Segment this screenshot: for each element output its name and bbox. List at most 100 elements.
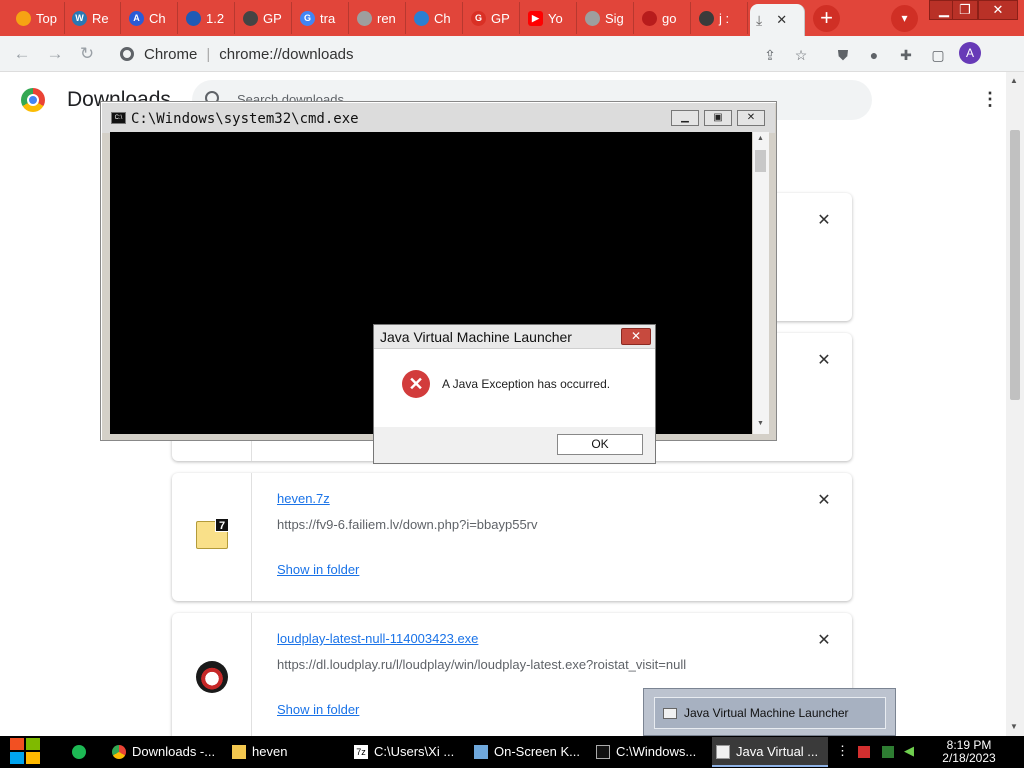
scroll-down-icon[interactable]: ▼	[757, 420, 764, 427]
system-clock[interactable]: 8:19 PM 2/18/2023	[935, 739, 1003, 765]
page-scrollbar[interactable]: ▲ ▼	[1006, 72, 1024, 736]
cmd-scrollbar[interactable]: ▲ ▼	[753, 132, 769, 434]
google-icon: G	[300, 10, 315, 26]
spotify-icon	[72, 745, 86, 759]
download-filename-link[interactable]: loudplay-latest-null-114003423.exe	[277, 631, 478, 646]
ublock-extension-icon[interactable]: ⛊	[833, 45, 853, 65]
cmd-maximize-button[interactable]: ▣	[704, 110, 732, 126]
show-in-folder-link[interactable]: Show in folder	[277, 562, 359, 577]
remove-download-icon[interactable]: ✕	[816, 210, 832, 230]
tab-8[interactable]: G GP	[465, 2, 520, 34]
java-icon	[716, 745, 730, 759]
network-tray-icon[interactable]	[882, 746, 894, 758]
taskbar-preview-tooltip[interactable]: Java Virtual Machine Launcher	[643, 688, 896, 736]
taskbar-item-cmd[interactable]: C:\Windows...	[592, 737, 704, 767]
favicon-icon	[186, 10, 201, 26]
taskbar-label: Downloads -...	[132, 744, 216, 759]
taskbar-item-keyboard[interactable]: On-Screen K...	[470, 737, 582, 767]
card-icon-column: 7	[172, 473, 252, 601]
chrome-icon	[120, 47, 134, 61]
taskbar-item-7zip[interactable]: 7z C:\Users\Xi ...	[350, 737, 460, 767]
tab-label: Sig	[605, 10, 624, 26]
new-tab-button[interactable]: +	[813, 5, 840, 32]
bookmark-star-icon[interactable]: ☆	[791, 45, 811, 65]
forward-icon[interactable]: →	[44, 43, 66, 65]
globe-icon	[585, 10, 600, 26]
tab-6[interactable]: ren	[351, 2, 406, 34]
tab-label: GP	[491, 10, 510, 26]
back-icon[interactable]: ←	[11, 43, 33, 65]
scrollbar-thumb[interactable]	[1010, 130, 1020, 400]
close-window-button[interactable]: ✕	[978, 0, 1018, 20]
share-icon[interactable]: ⇪	[760, 45, 780, 65]
favicon-icon: G	[471, 10, 486, 26]
cmd-title-text: C:\Windows\system32\cmd.exe	[131, 111, 359, 127]
start-logo-icon	[26, 738, 40, 750]
tab-5[interactable]: Gtra	[294, 2, 349, 34]
cmd-app-icon: C:\	[111, 112, 126, 124]
remove-download-icon[interactable]: ✕	[816, 490, 832, 510]
remove-download-icon[interactable]: ✕	[816, 630, 832, 650]
tab-search-button[interactable]: ▾	[891, 5, 918, 32]
tab-0[interactable]: Top	[10, 2, 65, 34]
tab-9[interactable]: ▶ Yo	[522, 2, 577, 34]
spotify-taskbar-button[interactable]	[66, 737, 94, 767]
tab-label: Ch	[434, 10, 451, 26]
flag-tray-icon[interactable]	[858, 746, 870, 758]
tab-label: j :	[719, 10, 730, 26]
dialog-title[interactable]: Java Virtual Machine Launcher	[374, 325, 655, 349]
scroll-down-icon[interactable]: ▼	[1010, 722, 1018, 731]
ok-button[interactable]: OK	[557, 434, 643, 455]
dialog-close-button[interactable]: ✕	[621, 328, 651, 345]
scroll-up-icon[interactable]: ▲	[1010, 76, 1018, 85]
download-icon: ⤓	[756, 11, 763, 28]
taskbar-item-heven[interactable]: heven	[228, 737, 338, 767]
puzzle-extensions-icon[interactable]: ✚	[896, 45, 916, 65]
download-url: https://fv9-6.failiem.lv/down.php?i=bbay…	[277, 517, 538, 532]
wordpress-icon: W	[72, 10, 87, 26]
start-button[interactable]	[10, 738, 42, 766]
download-url: https://dl.loudplay.ru/l/loudplay/win/lo…	[277, 657, 687, 672]
tab-1[interactable]: W Re	[66, 2, 121, 34]
browser-toolbar: ← → ↻ Chrome | chrome://downloads ⇪ ☆ ⛊ …	[0, 36, 1024, 72]
taskbar-label: Java Virtual ...	[736, 744, 819, 759]
tab-label: go	[662, 10, 677, 26]
dialog-message: A Java Exception has occurred.	[442, 377, 611, 391]
java-error-dialog[interactable]: Java Virtual Machine Launcher ✕ ✕ A Java…	[373, 324, 656, 464]
tab-12[interactable]: j :	[693, 2, 748, 34]
reload-icon[interactable]: ↻	[76, 43, 98, 65]
scroll-up-icon[interactable]: ▲	[757, 135, 764, 142]
tab-11[interactable]: go	[636, 2, 691, 34]
favicon-icon	[699, 10, 714, 26]
extension-icon[interactable]: ●	[864, 45, 884, 65]
restore-button[interactable]: ❐	[952, 0, 978, 20]
tab-close-icon[interactable]: ✕	[776, 12, 787, 28]
side-panel-icon[interactable]: ▢	[928, 45, 948, 65]
taskbar-item-java[interactable]: Java Virtual ...	[712, 737, 828, 767]
more-menu-icon[interactable]: ⋮	[980, 89, 1000, 109]
remove-download-icon[interactable]: ✕	[816, 350, 832, 370]
cmd-minimize-button[interactable]: ▁	[671, 110, 699, 126]
omnibox-site-label: Chrome	[144, 45, 198, 63]
volume-tray-icon[interactable]: ◀	[904, 743, 916, 758]
tab-downloads-active[interactable]: ⤓ ✕	[750, 4, 805, 36]
favicon-icon	[243, 10, 258, 26]
address-bar[interactable]: Chrome | chrome://downloads	[108, 40, 823, 68]
tab-10[interactable]: Sig	[579, 2, 634, 34]
download-filename-link[interactable]: heven.7z	[277, 491, 330, 506]
cmd-close-button[interactable]: ✕	[737, 110, 765, 126]
7z-file-icon: 7	[196, 518, 229, 549]
tab-label: Ch	[149, 10, 166, 26]
show-in-folder-link[interactable]: Show in folder	[277, 702, 359, 717]
tooltip-label[interactable]: Java Virtual Machine Launcher	[654, 697, 886, 729]
start-logo-icon	[10, 752, 24, 764]
overflow-dots-icon[interactable]: ⋮	[836, 743, 849, 758]
tab-7[interactable]: Ch	[408, 2, 463, 34]
tab-2[interactable]: A Ch	[123, 2, 178, 34]
profile-avatar[interactable]: A	[959, 42, 981, 64]
tab-3[interactable]: 1.2	[180, 2, 235, 34]
cmd-scrollbar-thumb[interactable]	[755, 150, 766, 172]
taskbar-item-downloads[interactable]: Downloads -...	[108, 737, 218, 767]
tab-4[interactable]: GP	[237, 2, 292, 34]
taskbar-label: On-Screen K...	[494, 744, 580, 759]
